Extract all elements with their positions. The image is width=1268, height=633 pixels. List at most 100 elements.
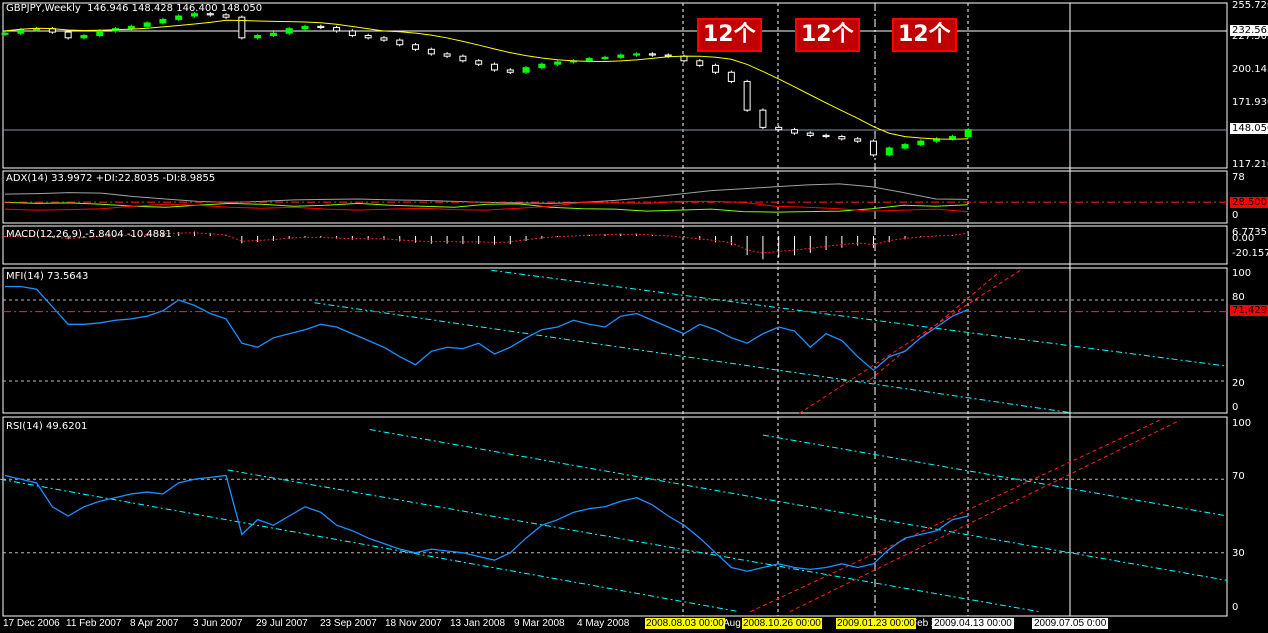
time-label: 17 Dec 2006 [3,618,60,629]
candle-body [269,32,277,37]
mfi-level-label: 71.429 [1230,305,1268,316]
price-tick: 200.145 [1232,64,1268,75]
candle-body [617,54,625,58]
candle-body [412,44,420,50]
rsi-tick: 70 [1232,471,1245,482]
trend-line-red [750,419,1160,613]
time-label: 8 Apr 2007 [130,618,179,629]
time-label: 29 Jul 2007 [256,618,308,629]
trend-line-cyan [491,269,1228,367]
trend-line-red [789,419,1180,613]
candle-body [806,132,814,136]
adx-tick: 0 [1232,210,1239,221]
candle-body [648,53,656,56]
candle-body [917,140,925,146]
time-label: 23 Sep 2007 [320,618,377,629]
candle-body [727,71,735,82]
candle-body [538,63,546,69]
candle-body [143,22,151,27]
candle-body [348,30,356,37]
crosshair-time-label: 2009.07.05 0:00 [1032,618,1109,629]
candle-body [475,60,483,65]
rsi-label: RSI(14) 49.6201 [6,421,88,432]
candle-body [696,60,704,66]
time-label: 13 Jan 2008 [450,618,506,629]
candle-body [822,134,830,138]
time-label: 3 Jun 2007 [193,618,243,629]
adx-line [4,183,969,204]
adx-label: ADX(14) 33.9972 +DI:22.8035 -DI:8.9855 [6,173,216,184]
rsi-tick: 30 [1232,548,1245,559]
candle-body [490,63,498,71]
candle-body [869,140,877,156]
main-title: GBPJPY,Weekly 146.946 148.428 146.400 14… [6,3,263,14]
adx-tick: 78 [1232,172,1245,183]
trend-line-red [798,269,1021,414]
candle-body [885,147,893,156]
candle-body [964,129,972,138]
indicator-window-frame [2,2,1228,169]
vline-marker-4[interactable]: 2009.04.13 00:00 [932,618,1014,629]
vline-marker-3[interactable]: 2009.01.23 00:00 [836,618,916,629]
trend-line-cyan [314,302,1076,414]
candle-body [222,14,230,18]
candle-body [759,109,767,128]
candle-body [396,39,404,46]
mfi-label: MFI(14) 73.5643 [6,271,89,282]
candle-body [585,57,593,62]
trend-line-cyan [762,434,1228,517]
candle-body [96,30,104,37]
candle-body [317,25,325,28]
price-tick: 171.930 [1232,97,1268,108]
candle-body [743,80,751,111]
time-label: 18 Nov 2007 [385,618,442,629]
candle-body [506,69,514,73]
price-tick: 117.210 [1232,159,1268,170]
oscillator-line [4,474,969,572]
trend-line-cyan [227,469,1040,613]
chart-canvas[interactable] [0,0,1268,633]
macd-tick: 0.00 [1232,233,1255,244]
annotation-note-1[interactable]: 12个 [697,18,762,52]
candle-body [901,144,909,149]
time-label: 9 Mar 2008 [514,618,565,629]
candle-body [285,28,293,34]
candle-body [854,138,862,142]
price-tick: 255.720 [1232,0,1268,11]
candle-body [522,67,530,73]
candle-body [775,126,783,131]
candle-body [175,15,183,20]
current-price-label: 148.050 [1230,123,1268,134]
vline-marker-2[interactable]: 2008.10.26 00:00 [742,618,822,629]
candle-body [948,136,956,140]
vline-marker-1[interactable]: 2008.08.03 00:00 [645,618,725,629]
candle-body [712,64,720,73]
candle-body [301,25,309,30]
candle-body [601,56,609,59]
annotation-note-2[interactable]: 12个 [795,18,860,52]
candle-body [380,37,388,41]
time-label: 11 Feb 2007 [66,618,122,629]
mfi-tick: 80 [1232,292,1245,303]
adx-level-label: 28.500 [1230,197,1268,208]
time-label: Aug [723,618,741,629]
annotation-note-3[interactable]: 12个 [892,18,957,52]
candle-body [127,25,135,30]
macd-tick: -20.1572 [1232,248,1268,259]
indicator-window-frame [2,416,1228,617]
crosshair-price-label: 232.563 [1230,25,1268,36]
trend-line-red [869,271,1001,381]
candle-body [633,53,641,56]
indicator-window-frame [2,225,1228,265]
rsi-tick: 0 [1232,602,1239,613]
indicator-window-frame [2,267,1228,414]
candle-body [664,54,672,57]
oscillator-line [5,285,969,372]
candle-body [443,53,451,57]
mfi-tick: 100 [1232,268,1252,279]
rsi-tick: 100 [1232,418,1252,429]
candle-body [159,18,167,24]
candle-body [459,55,467,62]
candle-body [333,26,341,32]
candle-body [680,55,688,62]
